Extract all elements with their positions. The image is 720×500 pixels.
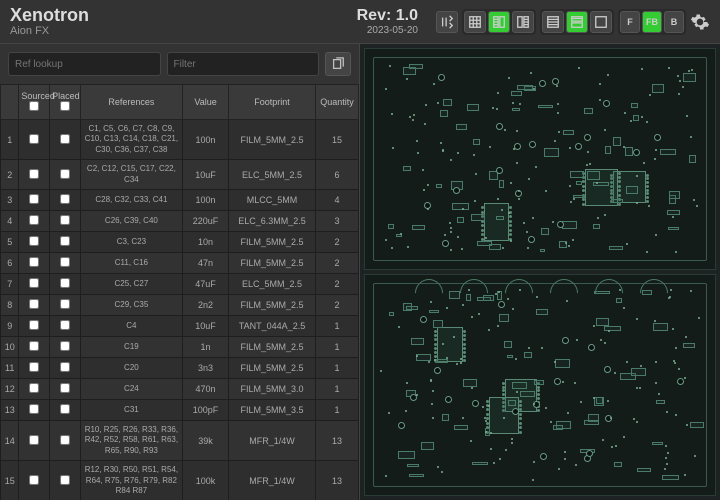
col-value[interactable]: Value [183,85,229,120]
table-row[interactable]: 15R12, R30, R50, R51, R54, R64, R75, R76… [1,461,359,500]
sourced-checkbox[interactable] [29,236,39,246]
placed-checkbox[interactable] [60,134,70,144]
col-placed[interactable]: Placed [50,85,81,120]
sourced-checkbox[interactable] [29,320,39,330]
top-bar: Xenotron Aion FX Rev: 1.0 2023-05-20 F F… [0,0,720,44]
col-references[interactable]: References [80,85,182,120]
placed-checkbox[interactable] [60,236,70,246]
table-row[interactable]: 2C2, C12, C15, C17, C22, C3410uFELC_5MM_… [1,160,359,190]
col-footprint[interactable]: Footprint [229,85,316,120]
revision-block: Rev: 1.0 2023-05-20 [357,6,418,37]
table-row[interactable]: 9C410uFTANT_044A_2.51 [1,315,359,336]
table-row[interactable]: 5C3, C2310nFILM_5MM_2.52 [1,231,359,252]
project-title: Xenotron [10,6,89,26]
placed-checkbox[interactable] [60,257,70,267]
layer-frontback-button[interactable]: FB [642,11,662,33]
table-row[interactable]: 3C28, C32, C33, C41100nMLCC_5MM4 [1,189,359,210]
split-view-button[interactable] [566,11,588,33]
sourced-all-checkbox[interactable] [29,101,39,111]
pcb-only-button[interactable] [590,11,612,33]
table-row[interactable]: 8C29, C352n2FILM_5MM_2.52 [1,294,359,315]
sourced-checkbox[interactable] [29,169,39,179]
placed-checkbox[interactable] [60,299,70,309]
col-index[interactable] [1,85,19,120]
placed-all-checkbox[interactable] [60,101,70,111]
bom-panel: Sourced Placed References Value Footprin… [0,44,360,500]
sourced-checkbox[interactable] [29,257,39,267]
table-row[interactable]: 6C11, C1647nFILM_5MM_2.52 [1,252,359,273]
table-row[interactable]: 12C24470nFILM_5MM_3.01 [1,378,359,399]
sourced-checkbox[interactable] [29,215,39,225]
copy-button[interactable] [325,52,351,76]
placed-checkbox[interactable] [60,169,70,179]
placed-checkbox[interactable] [60,362,70,372]
placed-checkbox[interactable] [60,341,70,351]
layer-toggle-group: F FB B [618,9,686,35]
sourced-checkbox[interactable] [29,362,39,372]
bom-only-button[interactable] [542,11,564,33]
bom-left-button[interactable] [488,11,510,33]
sourced-checkbox[interactable] [29,341,39,351]
placed-checkbox[interactable] [60,435,70,445]
placed-checkbox[interactable] [60,320,70,330]
revision-label: Rev: 1.0 [357,7,418,24]
project-subtitle: Aion FX [10,25,89,37]
layout-mode-group [540,9,614,35]
table-row[interactable]: 11C203n3FILM_5MM_2.51 [1,357,359,378]
layer-back-button[interactable]: B [664,11,684,33]
sourced-checkbox[interactable] [29,299,39,309]
table-row[interactable]: 7C25, C2747uFELC_5MM_2.52 [1,273,359,294]
placed-checkbox[interactable] [60,215,70,225]
table-row[interactable]: 4C26, C39, C40220uFELC_6.3MM_2.53 [1,210,359,231]
col-quantity[interactable]: Quantity [315,85,358,120]
table-row[interactable]: 13C31100pFFILM_5MM_3.51 [1,399,359,420]
bom-right-button[interactable] [512,11,534,33]
ref-lookup-input[interactable] [8,52,161,76]
placed-checkbox[interactable] [60,475,70,485]
table-row[interactable]: 1C1, C5, C6, C7, C8, C9, C10, C13, C14, … [1,120,359,160]
sourced-checkbox[interactable] [29,383,39,393]
io-toggle-button[interactable] [436,11,458,33]
table-row[interactable]: 14R10, R25, R26, R33, R36, R42, R52, R58… [1,420,359,460]
view-mode-group [462,9,536,35]
pcb-front-view[interactable] [364,48,716,270]
sourced-checkbox[interactable] [29,194,39,204]
sourced-checkbox[interactable] [29,404,39,414]
placed-checkbox[interactable] [60,278,70,288]
grid-view-button[interactable] [464,11,486,33]
col-sourced[interactable]: Sourced [19,85,50,120]
pcb-viewer [360,44,720,500]
table-row[interactable]: 10C191nFILM_5MM_2.51 [1,336,359,357]
pcb-back-view[interactable] [364,274,716,496]
placed-checkbox[interactable] [60,194,70,204]
settings-button[interactable] [690,12,710,32]
sourced-checkbox[interactable] [29,134,39,144]
placed-checkbox[interactable] [60,404,70,414]
layer-front-button[interactable]: F [620,11,640,33]
sourced-checkbox[interactable] [29,435,39,445]
placed-checkbox[interactable] [60,383,70,393]
revision-date: 2023-05-20 [357,25,418,37]
sourced-checkbox[interactable] [29,278,39,288]
filter-input[interactable] [167,52,320,76]
sourced-checkbox[interactable] [29,475,39,485]
project-title-block: Xenotron Aion FX [10,6,89,38]
bom-table: Sourced Placed References Value Footprin… [0,84,359,500]
